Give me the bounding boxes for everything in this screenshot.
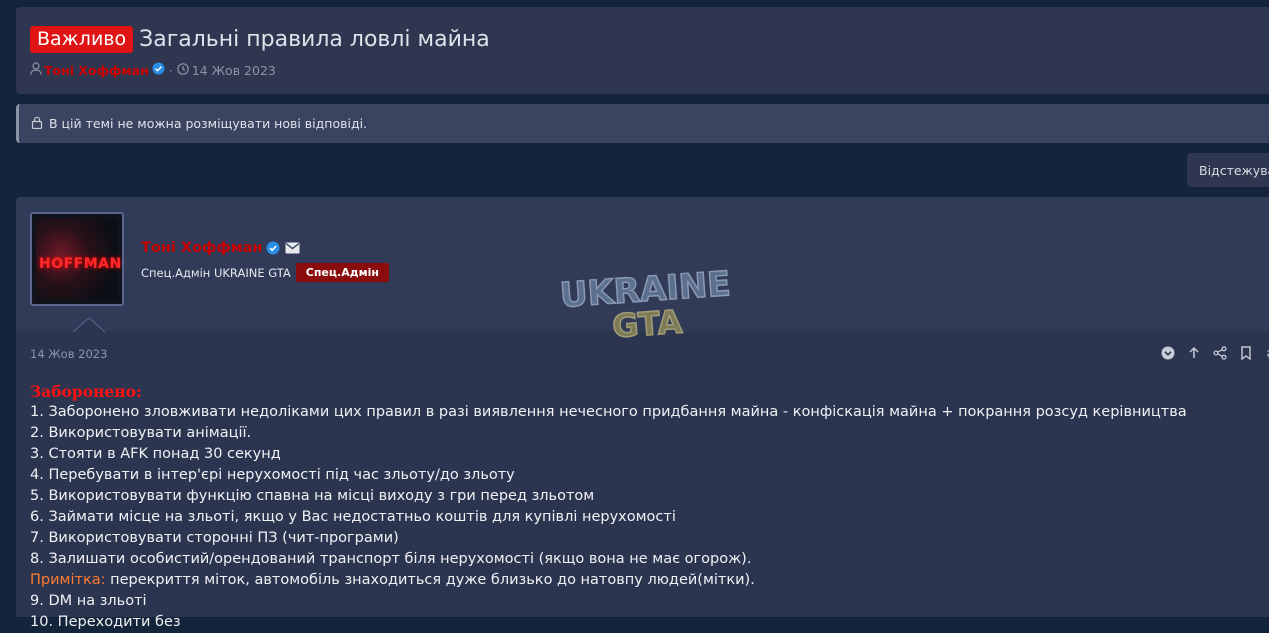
user-icon (30, 62, 42, 78)
thread-author-link[interactable]: Тоні Хоффман (44, 63, 149, 78)
verified-icon (266, 241, 280, 255)
locked-notice: В цій темі не можна розміщувати нові від… (16, 104, 1269, 143)
note-line: Примітка: перекриття міток, автомобіль з… (30, 570, 1260, 591)
forbidden-heading: Заборонено: (30, 382, 142, 401)
reaction-chevron-icon[interactable] (1160, 345, 1176, 361)
notice-text: В цій темі не можна розміщувати нові від… (49, 116, 368, 131)
watermark-line2: GTA (611, 303, 684, 345)
post-username-link[interactable]: Тоні Хоффман (141, 240, 262, 256)
watch-button-label: Відстежува (1199, 163, 1269, 178)
clock-icon (176, 62, 189, 78)
post-date-link[interactable]: 14 Жов 2023 (30, 347, 107, 361)
verified-icon (152, 62, 165, 78)
rule-line-7: 7. Використовувати сторонні ПЗ (чит-прог… (30, 530, 399, 546)
post-actions (1160, 345, 1269, 361)
meta-separator: · (168, 62, 173, 78)
page-title: Загальні правила ловлі майна (139, 26, 490, 52)
watch-thread-button[interactable]: Відстежува (1187, 153, 1269, 187)
role-badge: Спец.Адмін (295, 263, 389, 282)
rule-line-8: 8. Залишати особистий/орендований трансп… (30, 551, 752, 567)
avatar-text: HOFFMAN (39, 256, 122, 272)
avatar-image: HOFFMAN (36, 218, 121, 300)
rule-line-5: 5. Використовувати функцію спавна на міс… (30, 488, 595, 504)
post-body: Заборонено: 1. Заборонено зловживати нед… (30, 381, 1260, 633)
post-number-icon[interactable] (1264, 345, 1269, 361)
thread-date-link[interactable]: 14 Жов 2023 (192, 63, 276, 78)
username-row: Тоні Хоффман (141, 240, 300, 256)
prefix-badge-important[interactable]: Важливо (30, 26, 134, 53)
rule-line-10: 10. Переходити без (30, 614, 181, 630)
rule-line-1: 1. Заборонено зловживати недоліками цих … (30, 404, 1187, 420)
user-pointer-arrow (73, 318, 105, 332)
post: HOFFMAN Тоні Хоффман Спец.Адмін UKRAINE … (16, 197, 1269, 630)
avatar[interactable]: HOFFMAN (30, 212, 124, 306)
share-icon[interactable] (1212, 345, 1228, 361)
rule-line-4: 4. Перебувати в інтер'єрі нерухомості пі… (30, 467, 515, 483)
rule-line-9: 9. DM на зльоті (30, 593, 147, 609)
note-label: Примітка: (30, 572, 106, 588)
rule-line-3: 3. Стояти в AFK понад 30 секунд (30, 446, 281, 462)
thread-meta: Тоні Хоффман · 14 Жов 2023 (30, 62, 276, 78)
lock-icon (31, 116, 43, 132)
user-title: Спец.Адмін UKRAINE GTA (141, 265, 291, 280)
title-row: Важливо Загальні правила ловлі майна (30, 26, 490, 53)
rule-line-2: 2. Використовувати анімації. (30, 425, 252, 441)
bookmark-icon[interactable] (1238, 345, 1254, 361)
ukraine-gta-watermark-logo: UKRAINE GTA (558, 265, 733, 345)
thread-header: Важливо Загальні правила ловлі майна Тон… (16, 7, 1269, 94)
arrow-up-icon[interactable] (1186, 345, 1202, 361)
user-title-row: Спец.Адмін UKRAINE GTA Спец.Адмін (141, 263, 389, 282)
note-text: перекриття міток, автомобіль знаходиться… (105, 572, 755, 588)
envelope-icon[interactable] (285, 242, 300, 254)
rule-line-6: 6. Займати місце на зльоті, якщо у Вас н… (30, 509, 676, 525)
